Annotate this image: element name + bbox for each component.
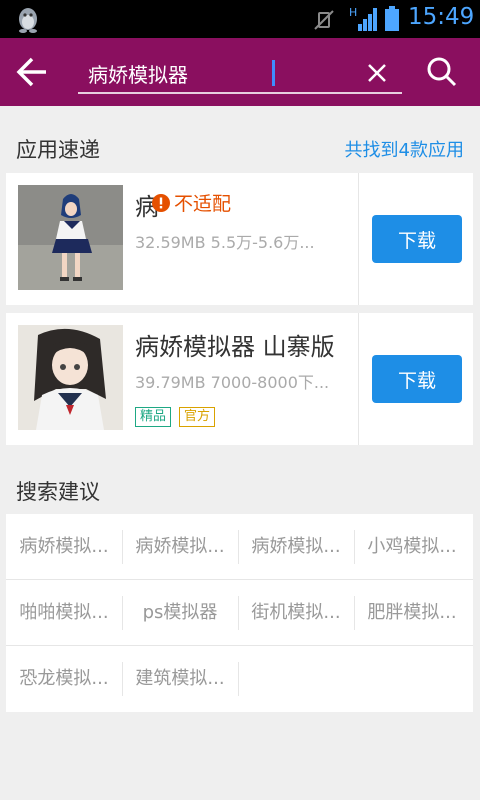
app-thumbnail: [18, 185, 123, 290]
suggestion-item[interactable]: 病娇模拟...: [122, 514, 238, 580]
suggestion-empty-cell: [238, 646, 354, 712]
app-card[interactable]: 病 不适配 32.59MB 5.5万-5.6万... 下载: [6, 173, 473, 305]
suggestion-item[interactable]: ps模拟器: [122, 580, 238, 646]
app-meta: 32.59MB 5.5万-5.6万...: [135, 233, 315, 252]
suggestion-item[interactable]: 肥胖模拟...: [354, 580, 470, 646]
qq-penguin-icon: [19, 8, 37, 33]
card-divider: [358, 313, 359, 445]
search-icon[interactable]: [426, 56, 458, 88]
suggestion-item[interactable]: 恐龙模拟...: [6, 646, 122, 712]
section-title-quick-apps: 应用速递: [16, 138, 100, 162]
suggestion-item[interactable]: 病娇模拟...: [6, 514, 122, 580]
app-thumbnail: [18, 325, 123, 430]
battery-icon: [385, 6, 399, 31]
card-divider: [358, 173, 359, 305]
suggestion-row: 病娇模拟... 病娇模拟... 病娇模拟... 小鸡模拟...: [6, 514, 473, 580]
search-field[interactable]: [78, 52, 402, 94]
app-meta: 39.79MB 7000-8000下...: [135, 373, 330, 392]
status-bar: H 15:49: [0, 0, 480, 38]
incompatible-badge: 不适配: [152, 189, 231, 216]
section-title-suggestions: 搜索建议: [16, 480, 100, 504]
status-time: 15:49: [408, 4, 475, 30]
suggestion-item[interactable]: 建筑模拟...: [122, 646, 238, 712]
suggestion-item[interactable]: 啪啪模拟...: [6, 580, 122, 646]
text-cursor: [272, 60, 275, 86]
app-card[interactable]: 病娇模拟器 山寨版 39.79MB 7000-8000下... 精品 官方 下载: [6, 313, 473, 445]
suggestion-row: 恐龙模拟... 建筑模拟...: [6, 646, 473, 712]
official-tag: 官方: [179, 407, 216, 427]
search-input[interactable]: [88, 58, 348, 88]
warning-text: 不适配: [174, 193, 232, 215]
vibrate-mute-icon: [314, 10, 334, 30]
download-button[interactable]: 下载: [372, 215, 462, 263]
search-header: [0, 38, 480, 106]
arrow-left-icon[interactable]: [14, 54, 52, 90]
suggestion-item[interactable]: 病娇模拟...: [238, 514, 354, 580]
network-type-label: H: [349, 6, 357, 19]
suggestion-item[interactable]: 街机模拟...: [238, 580, 354, 646]
app-name: 病娇模拟器 山寨版: [135, 333, 335, 361]
signal-icon: H: [349, 6, 377, 31]
close-icon[interactable]: [364, 60, 390, 86]
suggestion-row: 啪啪模拟... ps模拟器 街机模拟... 肥胖模拟...: [6, 580, 473, 646]
featured-tag: 精品: [135, 407, 172, 427]
result-count-link[interactable]: 共找到4款应用: [345, 136, 464, 162]
suggestion-grid: 病娇模拟... 病娇模拟... 病娇模拟... 小鸡模拟... 啪啪模拟... …: [6, 514, 473, 712]
download-button[interactable]: 下载: [372, 355, 462, 403]
suggestion-item[interactable]: 小鸡模拟...: [354, 514, 470, 580]
warning-icon: [152, 193, 170, 212]
